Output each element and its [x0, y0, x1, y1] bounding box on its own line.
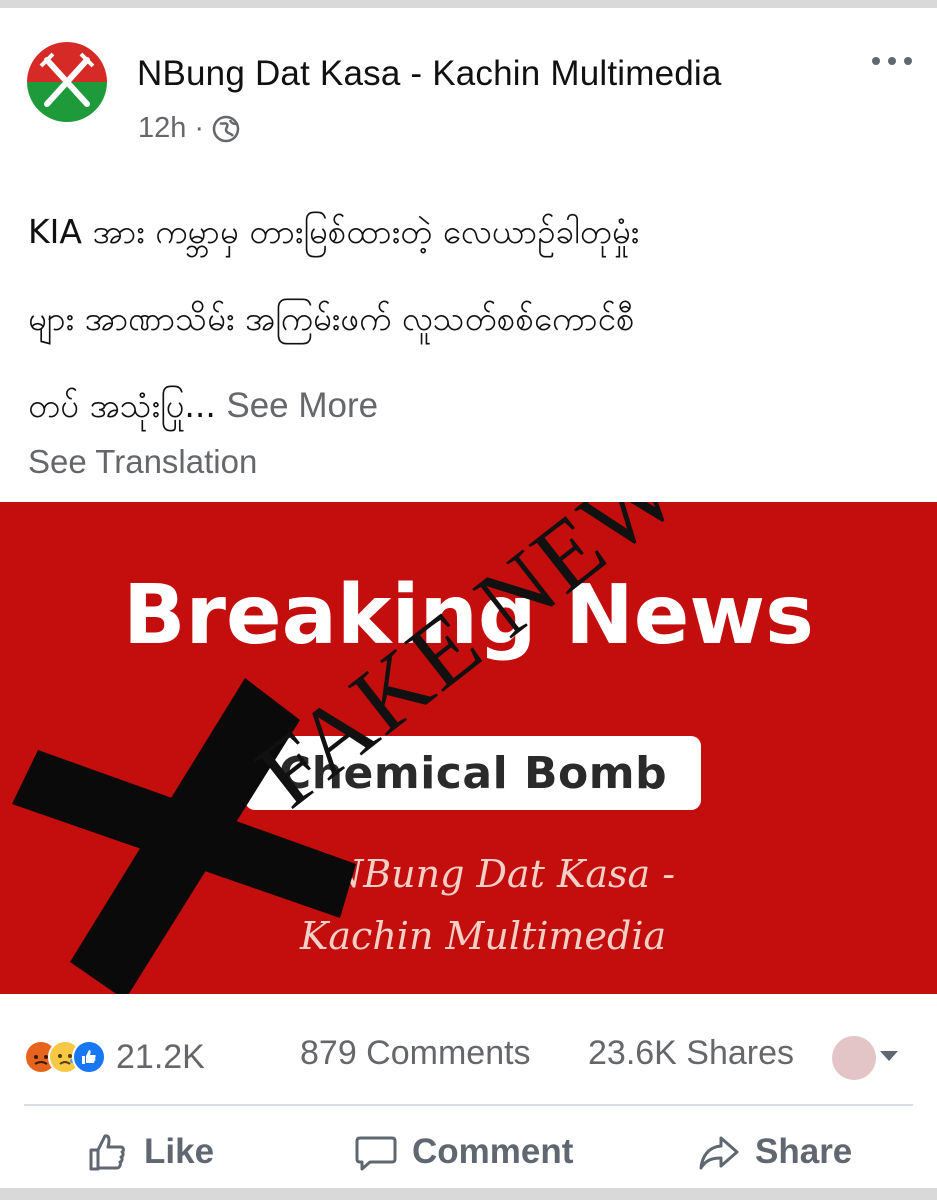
post-time[interactable]: 12h — [138, 112, 186, 145]
comment-button[interactable]: Comment — [354, 1120, 573, 1184]
reactions-summary[interactable]: 21.2K — [24, 1032, 205, 1082]
viewer-avatar[interactable] — [832, 1036, 876, 1080]
post-meta: 12h · — [138, 112, 240, 145]
post-text: KIA အား ကမ္ဘာမှ တားမြစ်ထားတဲ့ လေယာဉ်ခါတု… — [28, 188, 918, 449]
share-label: Share — [755, 1132, 853, 1171]
chevron-down-icon[interactable] — [880, 1051, 898, 1061]
share-arrow-icon — [699, 1136, 739, 1170]
more-options-icon[interactable] — [872, 50, 912, 72]
kachin-flag-logo — [27, 42, 107, 122]
meta-separator: · — [194, 112, 205, 144]
see-more-link[interactable]: See More — [226, 386, 378, 425]
like-reaction-icon — [72, 1040, 106, 1074]
thumbs-up-icon — [89, 1134, 125, 1171]
divider — [24, 1104, 913, 1106]
post-text-line-last: တပ် အသုံးပြု... See More — [28, 362, 918, 449]
globe-icon — [212, 115, 240, 142]
post-text-line: များ အာဏာသိမ်း အကြမ်းဖက် လူသတ်စစ်ကောင်စီ — [28, 299, 635, 338]
comment-label: Comment — [412, 1132, 574, 1171]
see-translation-link[interactable]: See Translation — [28, 443, 257, 481]
reactions-count: 21.2K — [116, 1037, 205, 1076]
like-label: Like — [144, 1132, 215, 1171]
post-image[interactable]: Breaking News Chemical Bomb NBung Dat Ka… — [0, 502, 937, 994]
share-button[interactable]: Share — [697, 1120, 852, 1184]
post-text-line: KIA အား ကမ္ဘာမှ တားမြစ်ထားတဲ့ လေယာဉ်ခါတု… — [28, 212, 640, 251]
comment-bubble-icon — [355, 1136, 397, 1171]
shares-count-link[interactable]: 23.6K Shares — [588, 1034, 794, 1073]
post-text-line: တပ် အသုံးပြု... — [28, 386, 216, 425]
page-name-link[interactable]: NBung Dat Kasa - Kachin Multimedia — [137, 54, 722, 94]
comments-count-link[interactable]: 879 Comments — [300, 1034, 531, 1073]
reaction-icons — [24, 1040, 106, 1074]
facebook-post: NBung Dat Kasa - Kachin Multimedia 12h ·… — [0, 8, 937, 1188]
like-button[interactable]: Like — [86, 1120, 214, 1184]
page-avatar[interactable] — [27, 42, 107, 122]
